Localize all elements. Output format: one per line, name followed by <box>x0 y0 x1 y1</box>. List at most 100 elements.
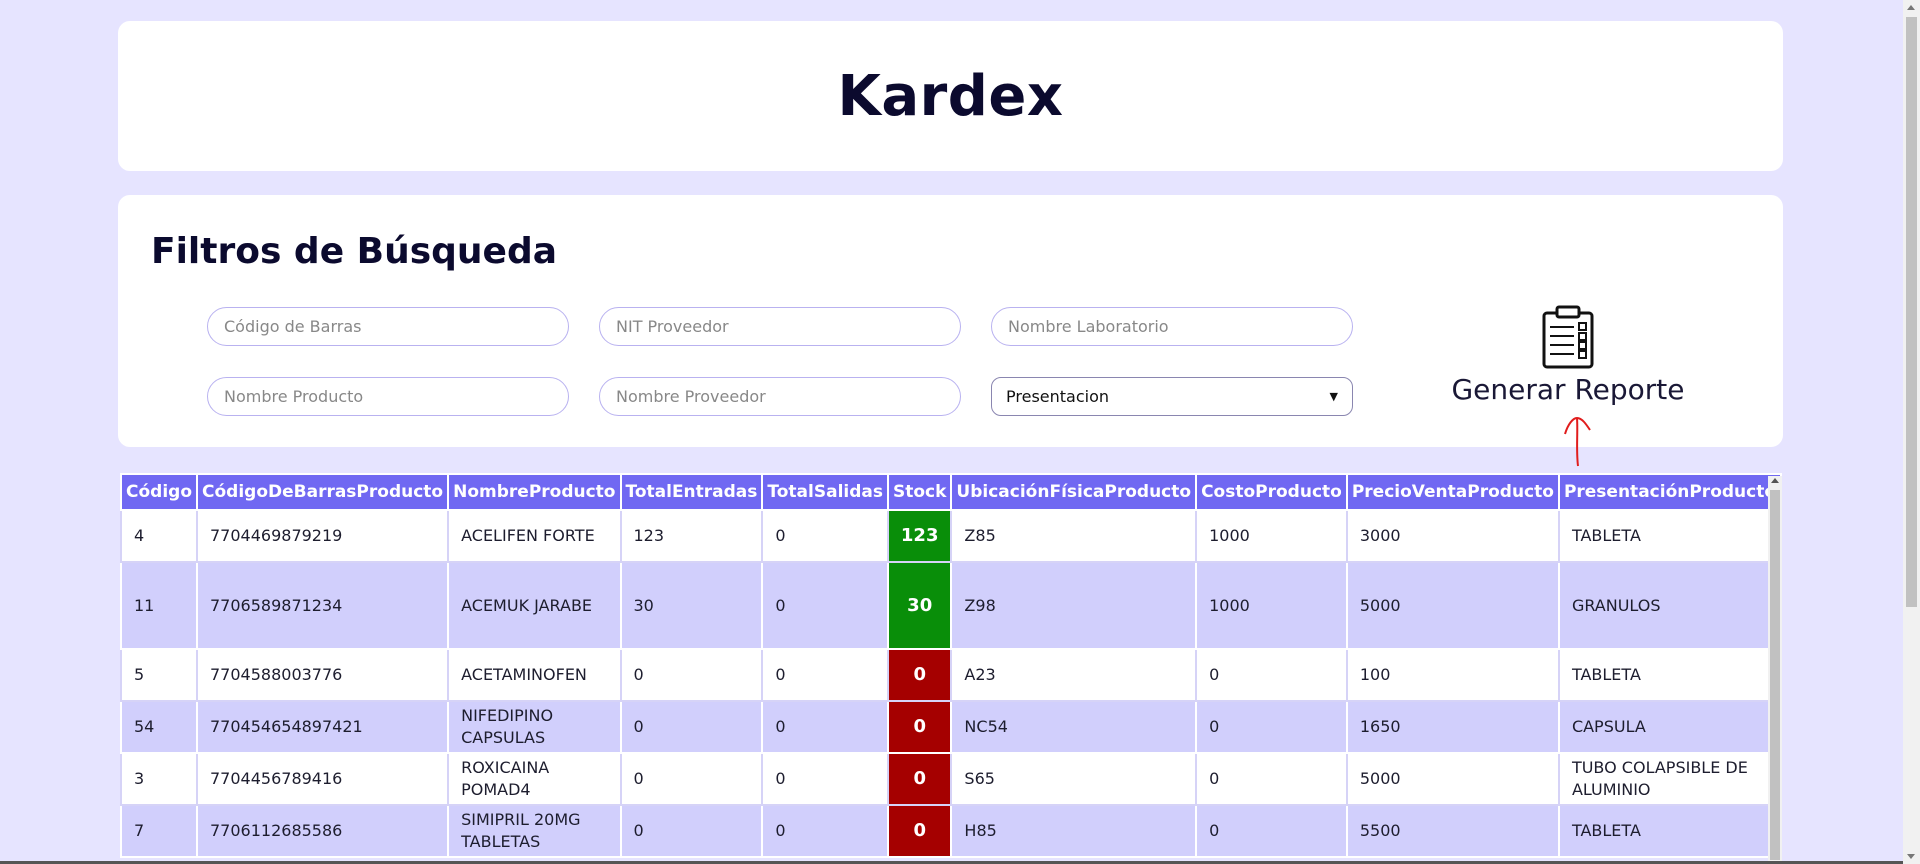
cell-costo: 0 <box>1195 700 1348 754</box>
cell-name: NIFEDIPINO CAPSULAS <box>447 700 622 754</box>
product-name-input[interactable] <box>207 377 569 416</box>
cell-entradas: 0 <box>619 752 764 806</box>
cell-presentacion: TABLETA <box>1557 648 1782 702</box>
supplier-name-input[interactable] <box>599 377 961 416</box>
cell-precio: 1650 <box>1345 700 1560 754</box>
stock-badge: 0 <box>886 752 953 806</box>
page-title: Kardex <box>837 63 1064 129</box>
cell-costo: 0 <box>1195 804 1348 858</box>
annotation-arrow-icon <box>1564 416 1591 467</box>
table-row[interactable]: 7 7706112685586 SIMIPRIL 20MG TABLETAS 0 0 0 H… <box>120 804 1782 858</box>
cell-costo: 1000 <box>1195 561 1348 650</box>
column-header: TotalSalidas <box>761 473 889 511</box>
cell-costo: 1000 <box>1195 509 1348 563</box>
title-card: Kardex <box>118 21 1783 171</box>
filter-card: Filtros de Búsqueda Presentacion ▼ <box>118 195 1783 447</box>
column-header: CódigoDeBarrasProducto <box>195 473 450 511</box>
stock-badge: 0 <box>886 648 953 702</box>
clipboard-checklist-icon <box>1542 305 1594 369</box>
cell-salidas: 0 <box>761 509 889 563</box>
stock-badge: 0 <box>886 700 953 754</box>
cell-code: 5 <box>120 648 198 702</box>
laboratory-name-input[interactable] <box>991 307 1353 346</box>
nit-supplier-input[interactable] <box>599 307 961 346</box>
cell-presentacion: TABLETA <box>1557 804 1782 858</box>
cell-name: ROXICAINA POMAD4 <box>447 752 622 806</box>
cell-code: 11 <box>120 561 198 650</box>
cell-entradas: 123 <box>619 509 764 563</box>
cell-salidas: 0 <box>761 752 889 806</box>
cell-salidas: 0 <box>761 561 889 650</box>
column-header: Stock <box>886 473 953 511</box>
cell-salidas: 0 <box>761 648 889 702</box>
table-row[interactable]: 3 7704456789416 ROXICAINA POMAD4 0 0 0 S65 0 500… <box>120 752 1782 806</box>
column-header: UbicaciónFísicaProducto <box>950 473 1198 511</box>
cell-code: 7 <box>120 804 198 858</box>
cell-barcode: 7704456789416 <box>195 752 450 806</box>
kardex-table: Código CódigoDeBarrasProducto NombreProduc… <box>120 473 1782 858</box>
cell-barcode: 7706589871234 <box>195 561 450 650</box>
table-scrollbar-thumb[interactable] <box>1770 490 1780 860</box>
cell-name: ACEMUK JARABE <box>447 561 622 650</box>
cell-ubicacion: S65 <box>950 752 1198 806</box>
kardex-table-container[interactable]: Código CódigoDeBarrasProducto NombreProduc… <box>120 473 1782 864</box>
cell-precio: 5000 <box>1345 561 1560 650</box>
page-scrollbar-thumb[interactable] <box>1906 17 1917 607</box>
cell-code: 4 <box>120 509 198 563</box>
cell-costo: 0 <box>1195 648 1348 702</box>
cell-presentacion: CAPSULA <box>1557 700 1782 754</box>
cell-entradas: 0 <box>619 804 764 858</box>
cell-barcode: 770454654897421 <box>195 700 450 754</box>
cell-costo: 0 <box>1195 752 1348 806</box>
cell-precio: 5000 <box>1345 752 1560 806</box>
column-header: PrecioVentaProducto <box>1345 473 1560 511</box>
cell-salidas: 0 <box>761 700 889 754</box>
chevron-down-icon: ▼ <box>1329 390 1338 403</box>
cell-salidas: 0 <box>761 804 889 858</box>
column-header: Código <box>120 473 198 511</box>
table-row[interactable]: 5 7704588003776 ACETAMINOFEN 0 0 0 A23 0 100 TABL… <box>120 648 1782 702</box>
table-body: 4 7704469879219 ACELIFEN FORTE 123 0 123 Z85 10… <box>120 509 1782 858</box>
page-scrollbar[interactable] <box>1903 0 1920 864</box>
cell-code: 54 <box>120 700 198 754</box>
column-header: NombreProducto <box>447 473 622 511</box>
filters-title: Filtros de Búsqueda <box>151 231 558 272</box>
table-scrollbar[interactable] <box>1768 476 1782 864</box>
stock-badge: 0 <box>886 804 953 858</box>
cell-barcode: 7704469879219 <box>195 509 450 563</box>
cell-presentacion: TABLETA <box>1557 509 1782 563</box>
column-header: CostoProducto <box>1195 473 1348 511</box>
page-scroll-up-icon[interactable] <box>1907 5 1915 10</box>
table-row[interactable]: 11 7706589871234 ACEMUK JARABE 30 0 30 Z98 1000… <box>120 561 1782 650</box>
stock-badge: 123 <box>886 509 953 563</box>
cell-precio: 5500 <box>1345 804 1560 858</box>
presentation-select[interactable]: Presentacion ▼ <box>991 377 1353 416</box>
generate-report-button[interactable]: Generar Reporte <box>1451 305 1685 406</box>
cell-precio: 100 <box>1345 648 1560 702</box>
table-row[interactable]: 54 770454654897421 NIFEDIPINO CAPSULAS 0 0 0 N… <box>120 700 1782 754</box>
page-container: Kardex Filtros de Búsqueda Presentacion … <box>118 21 1783 447</box>
cell-name: ACELIFEN FORTE <box>447 509 622 563</box>
cell-code: 3 <box>120 752 198 806</box>
column-header: TotalEntradas <box>619 473 764 511</box>
scroll-up-icon[interactable] <box>1771 478 1779 483</box>
page-scroll-down-icon[interactable] <box>1907 854 1915 859</box>
cell-entradas: 0 <box>619 648 764 702</box>
presentation-select-value: Presentacion <box>1006 387 1110 406</box>
column-header: PresentaciónProducto <box>1557 473 1782 511</box>
cell-precio: 3000 <box>1345 509 1560 563</box>
cell-name: ACETAMINOFEN <box>447 648 622 702</box>
barcode-input[interactable] <box>207 307 569 346</box>
table-header-row: Código CódigoDeBarrasProducto NombreProduc… <box>120 473 1782 511</box>
table-row[interactable]: 4 7704469879219 ACELIFEN FORTE 123 0 123 Z85 10… <box>120 509 1782 563</box>
cell-name: SIMIPRIL 20MG TABLETAS <box>447 804 622 858</box>
cell-entradas: 30 <box>619 561 764 650</box>
cell-barcode: 7704588003776 <box>195 648 450 702</box>
cell-ubicacion: Z98 <box>950 561 1198 650</box>
generate-report-label: Generar Reporte <box>1451 373 1685 406</box>
cell-ubicacion: H85 <box>950 804 1198 858</box>
cell-ubicacion: NC54 <box>950 700 1198 754</box>
cell-presentacion: GRANULOS <box>1557 561 1782 650</box>
cell-presentacion: TUBO COLAPSIBLE DE ALUMINIO <box>1557 752 1782 806</box>
cell-entradas: 0 <box>619 700 764 754</box>
